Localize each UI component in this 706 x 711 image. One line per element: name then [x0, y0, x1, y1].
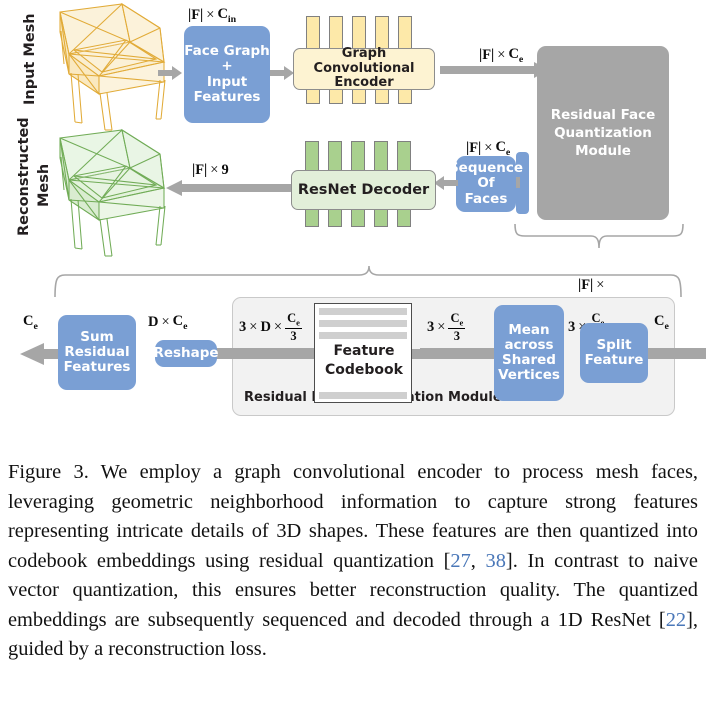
- input-mesh-chair: [59, 2, 166, 131]
- reshape-block[interactable]: Reshape: [153, 340, 219, 367]
- codebook-row-4: [319, 392, 407, 399]
- residual-face-quantization-module-block[interactable]: Residual Face Quantization Module: [537, 46, 669, 220]
- codebook-line1: Feature: [333, 343, 395, 359]
- mean-across-shared-vertices-block[interactable]: Mean across Shared Vertices: [494, 305, 564, 401]
- arrow-mesh-to-facegraph: [158, 66, 182, 80]
- citation-ref[interactable]: 22: [666, 609, 686, 631]
- seq-line1: Sequence: [448, 160, 524, 177]
- mean-line3: Shared: [502, 352, 556, 368]
- rfq-line1: Residual Face: [550, 106, 656, 123]
- stripe-mean-in: [420, 348, 500, 359]
- edge-label-3-d-ce3: 3 × D × Ce 3: [239, 311, 302, 343]
- citation-ref[interactable]: 38: [486, 550, 506, 572]
- face-graph-input-features-block[interactable]: Face Graph + Input Features: [184, 26, 270, 123]
- face-graph-line1: Face Graph: [184, 43, 270, 60]
- figure-caption: Figure 3. We employ a graph convolutiona…: [8, 458, 698, 665]
- sum-line3: Features: [63, 359, 131, 376]
- brace-upper: [514, 223, 684, 249]
- split-line2: Feature: [584, 352, 644, 368]
- rfq-line2: Quantization: [554, 124, 652, 141]
- reshape-label: Reshape: [153, 344, 219, 361]
- stripe-codebook-in: [228, 348, 314, 359]
- sum-line2: Residual: [64, 343, 130, 360]
- label-times: ×: [206, 6, 215, 23]
- frac-ce-3-left: Ce 3: [448, 311, 466, 343]
- face-graph-line2: +: [221, 58, 233, 75]
- label-c-in: Cin: [217, 6, 237, 25]
- caption-text: ,: [470, 549, 486, 572]
- face-graph-line4: Features: [193, 88, 261, 105]
- rfq-line3: Module: [575, 143, 631, 160]
- codebook-line2: Codebook: [325, 361, 403, 378]
- edge-label-f-cin: |F| × Cin: [188, 6, 236, 25]
- edge-label-3-ce3-left: 3 × Ce 3: [427, 311, 466, 343]
- seq-line2: Of Faces: [464, 175, 508, 207]
- edge-label-ce-in: Ce: [654, 313, 669, 332]
- codebook-row-3: [319, 332, 407, 339]
- split-line1: Split: [596, 336, 632, 353]
- mean-line1: Mean: [508, 321, 550, 338]
- split-feature-block[interactable]: Split Feature: [580, 323, 648, 383]
- label-reconstructed-mesh-line1: Reconstructed: [16, 117, 32, 236]
- arrow-encoder-to-rfq: [440, 62, 549, 78]
- graph-convolutional-encoder-block[interactable]: Graph Convolutional Encoder: [293, 46, 435, 91]
- arrow-decoder-to-mesh: [166, 180, 291, 196]
- decoder-label: ResNet Decoder: [297, 181, 430, 198]
- feature-codebook-block[interactable]: Feature Codebook: [314, 303, 412, 403]
- label-input-mesh: Input Mesh: [22, 13, 38, 105]
- mean-line2: across: [504, 336, 554, 353]
- resnet-decoder-block[interactable]: ResNet Decoder: [291, 170, 436, 210]
- face-graph-line3: Input: [206, 73, 248, 90]
- edge-label-d-ce: D × Ce: [148, 313, 188, 332]
- frac-ce-3: Ce 3: [285, 311, 302, 343]
- sum-line1: Sum: [80, 328, 114, 345]
- citation-ref[interactable]: 27: [450, 550, 470, 572]
- sequence-of-faces-block[interactable]: Sequence Of Faces: [449, 156, 523, 212]
- codebook-row-1: [319, 308, 407, 315]
- sum-residual-features-block[interactable]: Sum Residual Features: [58, 315, 136, 390]
- edge-label-ce-out: Ce: [23, 313, 38, 332]
- encoder-line1: Graph Convolutional: [313, 46, 415, 76]
- mean-line4: Vertices: [498, 367, 560, 384]
- label-reconstructed-mesh-line2: Mesh: [36, 163, 52, 207]
- codebook-row-2: [319, 320, 407, 327]
- encoder-line2: Encoder: [334, 75, 394, 91]
- edge-label-f-9: |F| × 9: [192, 162, 229, 178]
- label-f: |F|: [188, 6, 204, 23]
- figure-diagram: Input Mesh Reconstructed Mesh |F| × Cin …: [0, 0, 706, 450]
- reconstructed-mesh-chair: [59, 128, 166, 257]
- brace-label-f-times: |F| ×: [578, 277, 605, 293]
